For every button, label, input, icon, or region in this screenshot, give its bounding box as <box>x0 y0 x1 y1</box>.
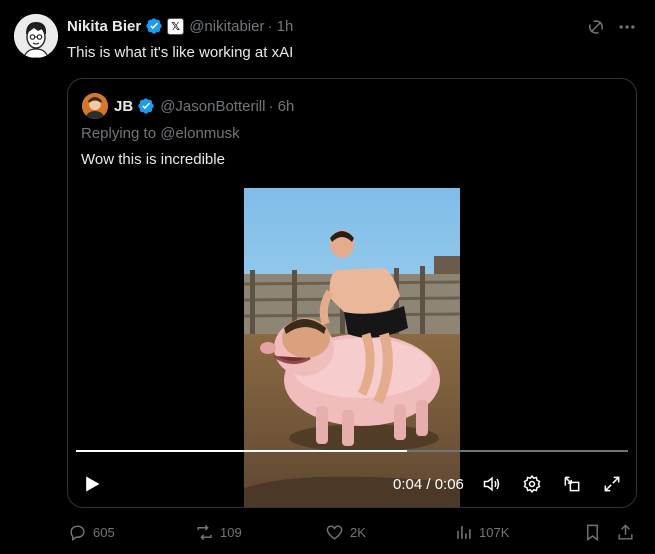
settings-icon[interactable] <box>522 474 542 494</box>
video-progress-fill <box>76 450 408 452</box>
grok-icon[interactable] <box>586 17 606 37</box>
verified-badge-icon <box>145 17 163 35</box>
repost-count: 109 <box>220 525 242 540</box>
quote-post-time[interactable]: · 6h <box>268 98 294 115</box>
video-player[interactable] <box>244 188 460 507</box>
quote-author-handle[interactable]: @JasonBotterill <box>160 98 265 115</box>
like-icon <box>326 525 343 540</box>
quote-author-name[interactable]: JB <box>114 98 133 115</box>
repost-icon <box>197 524 212 541</box>
replying-to-link[interactable]: @elonmusk <box>160 125 239 142</box>
affiliation-badge[interactable]: 𝕏 <box>167 17 185 35</box>
reply-count: 605 <box>93 525 115 540</box>
author-handle[interactable]: @nikitabier <box>189 18 264 35</box>
replying-to: Replying to @elonmusk <box>81 125 240 142</box>
tweet[interactable]: Nikita Bier 𝕏 @nikitabier · 1h This is w… <box>0 0 655 554</box>
quoted-tweet[interactable]: JB @JasonBotterill · 6h Replying to @elo… <box>67 78 637 508</box>
tweet-text: This is what it's like working at xAI <box>67 44 294 61</box>
quote-text: Wow this is incredible <box>81 151 225 168</box>
author-avatar[interactable] <box>14 14 58 58</box>
replying-prefix: Replying to <box>81 125 161 142</box>
views-count: 107K <box>479 525 510 540</box>
video-frame-image <box>244 188 460 507</box>
views-icon <box>457 526 471 539</box>
views-button[interactable]: 107K <box>454 523 509 542</box>
more-icon[interactable] <box>617 17 637 37</box>
action-bar: 605 109 2K 107K <box>0 520 655 548</box>
quote-author-avatar[interactable] <box>82 93 108 119</box>
picture-in-picture-icon[interactable] <box>562 474 582 494</box>
play-icon[interactable] <box>82 474 102 494</box>
video-time: 0:04 / 0:06 <box>393 476 464 493</box>
quote-header: JB @JasonBotterill · 6h <box>114 95 294 117</box>
like-button[interactable]: 2K <box>325 523 366 542</box>
reply-button[interactable]: 605 <box>68 523 115 542</box>
reply-icon <box>70 525 85 542</box>
tweet-header: Nikita Bier 𝕏 @nikitabier · 1h <box>67 16 293 36</box>
repost-button[interactable]: 109 <box>195 523 242 542</box>
video-progress-bar[interactable] <box>76 450 628 452</box>
share-icon[interactable] <box>616 523 635 542</box>
post-time[interactable]: · 1h <box>267 18 293 35</box>
like-count: 2K <box>350 525 366 540</box>
fullscreen-icon[interactable] <box>602 474 622 494</box>
volume-icon[interactable] <box>482 474 502 494</box>
author-name[interactable]: Nikita Bier <box>67 18 141 35</box>
bookmark-icon[interactable] <box>583 523 602 542</box>
verified-badge-icon <box>137 97 155 115</box>
